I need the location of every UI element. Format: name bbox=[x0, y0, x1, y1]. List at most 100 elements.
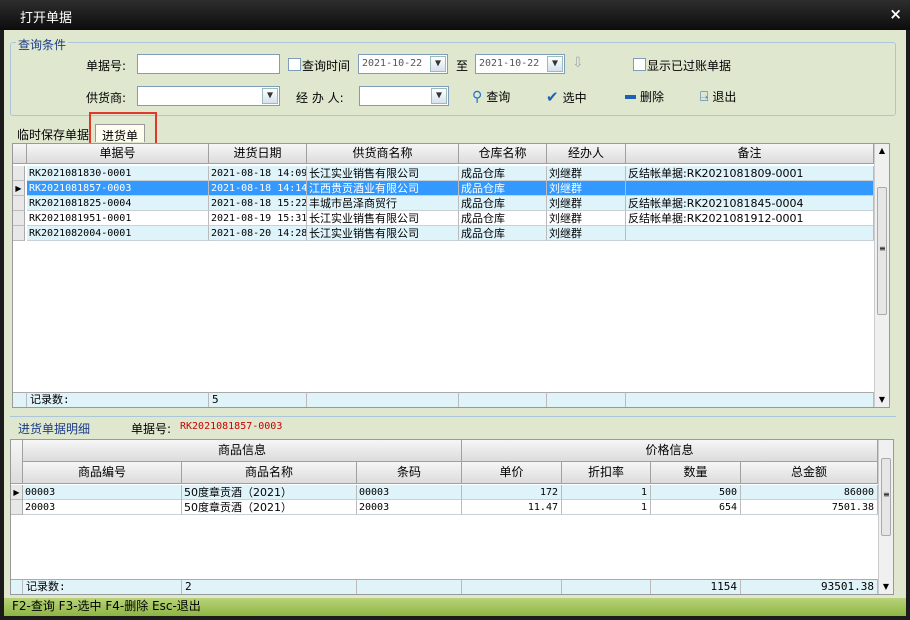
table-cell[interactable]: 11.47 bbox=[462, 500, 562, 515]
table-cell[interactable]: RK2021081951-0001 bbox=[27, 211, 209, 226]
chevron-down-icon[interactable]: ▼ bbox=[262, 88, 278, 104]
column-header[interactable]: 进货日期 bbox=[209, 144, 307, 164]
column-header[interactable]: 商品名称 bbox=[182, 462, 357, 484]
supplier-select[interactable]: ▼ bbox=[137, 86, 280, 106]
table-cell[interactable]: 刘继群 bbox=[547, 181, 626, 196]
detail-grid-corner bbox=[11, 440, 23, 484]
query-time-label: 查询时间 bbox=[302, 59, 351, 73]
total-amount: 93501.38 bbox=[741, 579, 878, 594]
table-cell[interactable]: 2021-08-19 15:31 bbox=[209, 211, 307, 226]
date-to-select[interactable]: 2021-10-22 ▼ bbox=[475, 54, 565, 74]
table-cell[interactable]: 成品仓库 bbox=[459, 181, 547, 196]
table-cell[interactable]: 反结帐单据:RK2021081845-0004 bbox=[626, 196, 874, 211]
table-cell[interactable]: 2021-08-18 14:09 bbox=[209, 166, 307, 181]
table-cell[interactable]: RK2021081825-0004 bbox=[27, 196, 209, 211]
table-cell[interactable]: 长江实业销售有限公司 bbox=[307, 211, 459, 226]
checkmark-icon: ✔ bbox=[546, 88, 559, 106]
table-cell[interactable]: 172 bbox=[462, 485, 562, 500]
chevron-down-icon[interactable]: ▼ bbox=[547, 56, 563, 72]
total-quantity: 1154 bbox=[651, 579, 741, 594]
table-cell[interactable]: 长江实业销售有限公司 bbox=[307, 226, 459, 241]
table-cell[interactable]: 50度章贡酒（2021） bbox=[182, 485, 357, 500]
column-header[interactable]: 数量 bbox=[651, 462, 741, 484]
row-selector[interactable] bbox=[13, 196, 25, 211]
table-cell[interactable]: 刘继群 bbox=[547, 196, 626, 211]
table-cell[interactable]: 反结帐单据:RK2021081912-0001 bbox=[626, 211, 874, 226]
show-posted-checkbox[interactable] bbox=[633, 58, 646, 71]
column-header[interactable]: 折扣率 bbox=[562, 462, 651, 484]
arrow-down-icon[interactable]: ⇩ bbox=[572, 55, 584, 71]
column-header[interactable]: 单价 bbox=[462, 462, 562, 484]
table-cell[interactable]: 刘继群 bbox=[547, 226, 626, 241]
handler-select[interactable]: ▼ bbox=[359, 86, 449, 106]
date-from-select[interactable]: 2021-10-22 ▼ bbox=[358, 54, 448, 74]
table-cell[interactable]: 20003 bbox=[23, 500, 182, 515]
table-cell[interactable]: 2021-08-18 15:22 bbox=[209, 196, 307, 211]
table-cell[interactable]: 成品仓库 bbox=[459, 166, 547, 181]
table-cell[interactable] bbox=[626, 181, 874, 196]
detail-doc-no-value: RK2021081857-0003 bbox=[180, 421, 283, 432]
column-header[interactable]: 备注 bbox=[626, 144, 874, 164]
row-selector[interactable] bbox=[13, 166, 25, 181]
table-cell[interactable]: 刘继群 bbox=[547, 211, 626, 226]
scroll-up-icon[interactable]: ▲ bbox=[875, 144, 889, 158]
detail-scrollbar[interactable]: ≡ ▼ bbox=[878, 440, 893, 594]
table-cell[interactable]: 丰城市邑泽商贸行 bbox=[307, 196, 459, 211]
table-cell[interactable]: 654 bbox=[651, 500, 741, 515]
documents-grid: 单据号 进货日期 供货商名称 仓库名称 经办人 备注 RK2021081830-0001 2… bbox=[12, 143, 890, 408]
table-cell[interactable]: 长江实业销售有限公司 bbox=[307, 166, 459, 181]
show-posted-label: 显示已过账单据 bbox=[647, 59, 732, 73]
table-cell[interactable] bbox=[626, 226, 874, 241]
table-cell[interactable]: 50度章贡酒（2021） bbox=[182, 500, 357, 515]
footer-corner bbox=[13, 392, 27, 407]
scroll-down-icon[interactable]: ▼ bbox=[879, 580, 893, 594]
table-cell[interactable]: 成品仓库 bbox=[459, 196, 547, 211]
table-cell[interactable]: 成品仓库 bbox=[459, 211, 547, 226]
table-cell[interactable]: 2021-08-18 14:14 bbox=[209, 181, 307, 196]
chevron-down-icon[interactable]: ▼ bbox=[431, 88, 447, 104]
table-cell[interactable]: 2021-08-20 14:28 bbox=[209, 226, 307, 241]
column-header[interactable]: 总金额 bbox=[741, 462, 878, 484]
select-button[interactable]: ✔ 选中 bbox=[546, 88, 587, 106]
table-cell[interactable]: RK2021081857-0003 bbox=[27, 181, 209, 196]
table-cell[interactable]: 1 bbox=[562, 500, 651, 515]
row-pointer-icon[interactable]: ▶ bbox=[13, 181, 25, 196]
query-time-checkbox[interactable] bbox=[288, 58, 301, 71]
table-cell[interactable]: 江西贵贡酒业有限公司 bbox=[307, 181, 459, 196]
row-selector[interactable] bbox=[13, 211, 25, 226]
table-cell[interactable]: 刘继群 bbox=[547, 166, 626, 181]
table-cell[interactable]: RK2021082004-0001 bbox=[27, 226, 209, 241]
table-cell[interactable]: RK2021081830-0001 bbox=[27, 166, 209, 181]
column-header[interactable]: 供货商名称 bbox=[307, 144, 459, 164]
row-pointer-icon[interactable]: ▶ bbox=[11, 485, 23, 500]
column-header[interactable]: 经办人 bbox=[547, 144, 626, 164]
table-cell[interactable]: 00003 bbox=[23, 485, 182, 500]
table-cell[interactable]: 1 bbox=[562, 485, 651, 500]
scroll-down-icon[interactable]: ▼ bbox=[875, 393, 889, 407]
tab-temp-saved[interactable]: 临时保存单据 bbox=[17, 124, 89, 142]
column-header[interactable]: 仓库名称 bbox=[459, 144, 547, 164]
exit-button[interactable]: ⍈ 退出 bbox=[700, 88, 736, 105]
table-cell[interactable]: 7501.38 bbox=[741, 500, 878, 515]
row-selector[interactable] bbox=[11, 500, 23, 515]
close-icon[interactable]: × bbox=[889, 5, 902, 23]
documents-scrollbar[interactable]: ▲ ≡ ▼ bbox=[874, 144, 889, 407]
footer-cell bbox=[626, 392, 874, 407]
table-cell[interactable]: 成品仓库 bbox=[459, 226, 547, 241]
footer-cell bbox=[459, 392, 547, 407]
doc-no-input[interactable] bbox=[137, 54, 280, 74]
row-selector[interactable] bbox=[13, 226, 25, 241]
chevron-down-icon[interactable]: ▼ bbox=[430, 56, 446, 72]
column-header[interactable]: 条码 bbox=[357, 462, 462, 484]
table-cell[interactable]: 20003 bbox=[357, 500, 462, 515]
table-cell[interactable]: 500 bbox=[651, 485, 741, 500]
table-cell[interactable]: 反结帐单据:RK2021081809-0001 bbox=[626, 166, 874, 181]
search-button[interactable]: ⚲ 查询 bbox=[472, 88, 510, 105]
table-cell[interactable]: 00003 bbox=[357, 485, 462, 500]
table-cell[interactable]: 86000 bbox=[741, 485, 878, 500]
to-label: 至 bbox=[456, 59, 469, 73]
column-header[interactable]: 商品编号 bbox=[23, 462, 182, 484]
title-bar: 打开单据 × bbox=[0, 0, 910, 30]
delete-button[interactable]: 删除 bbox=[625, 88, 664, 105]
column-header[interactable]: 单据号 bbox=[27, 144, 209, 164]
